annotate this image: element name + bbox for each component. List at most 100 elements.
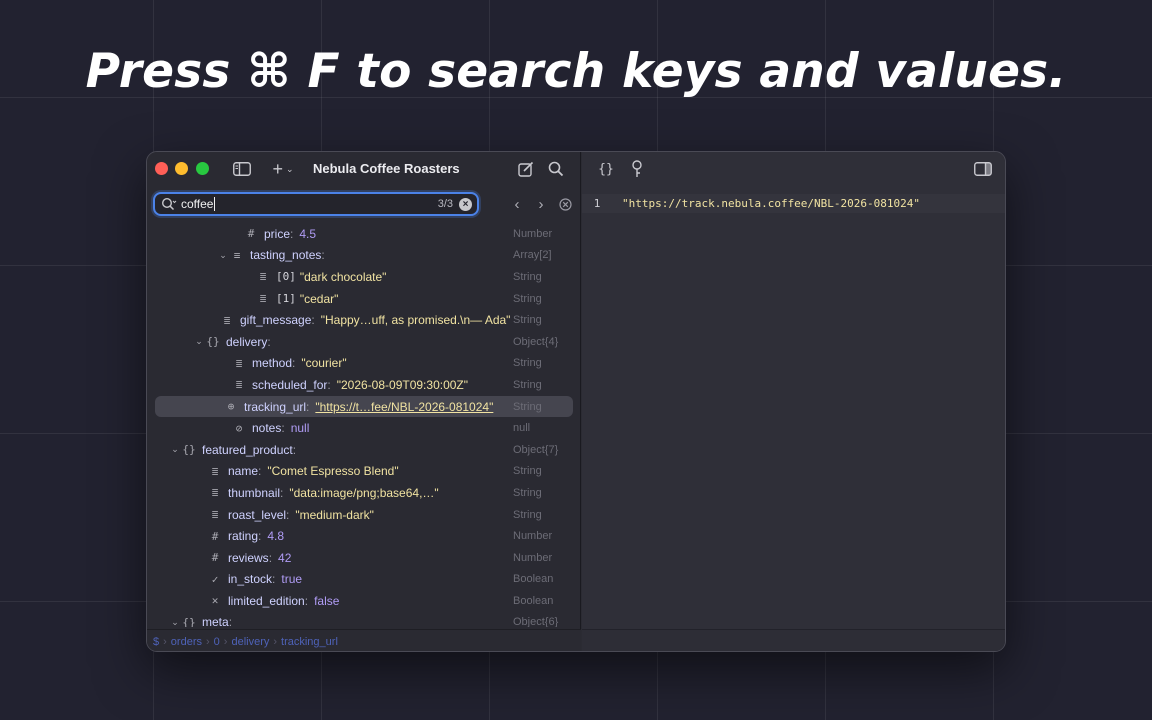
chevron-right-icon: › [538, 195, 544, 213]
compose-icon [518, 161, 534, 177]
tree-row[interactable]: # price:4.5 Number [147, 223, 581, 245]
previous-match-button[interactable]: ‹ [507, 195, 527, 213]
minimize-window-button[interactable] [175, 162, 188, 175]
type-icon: ≣ [235, 356, 243, 370]
search-query: coffee [181, 197, 216, 211]
line-number: 1 [593, 197, 601, 210]
tree-row[interactable]: # rating:4.8 Number [147, 525, 581, 547]
node-type: String [513, 270, 542, 283]
edit-button[interactable] [515, 158, 537, 180]
node-value: "data:image/png;base64,…" [289, 485, 439, 500]
node-key: in_stock [228, 572, 273, 587]
node-key: name [228, 464, 259, 479]
type-icon: {} [182, 443, 196, 457]
tree-row[interactable]: # reviews:42 Number [147, 547, 581, 569]
viewer-pane: {} 1 "https://track.nebula.coffee/NBL-20… [582, 152, 1005, 651]
search-icon [161, 197, 177, 211]
tree-row[interactable]: ≣ roast_level: "medium-dark" String [147, 504, 581, 526]
sidebar-right-icon [974, 162, 992, 176]
code-line: 1 "https://track.nebula.coffee/NBL-2026-… [582, 194, 1005, 213]
inspector-toggle-button[interactable] [972, 159, 994, 179]
node-value: "https://t…fee/NBL-2026-081024" [315, 399, 494, 414]
braces-icon: {} [598, 161, 614, 177]
node-type: Object{4} [513, 335, 559, 348]
type-icon: ✕ [211, 594, 219, 608]
key-button[interactable] [628, 159, 646, 179]
node-key: gift_message [240, 313, 312, 328]
chevron-down-icon[interactable]: ⌄ [169, 444, 181, 455]
sidebar-toggle-button[interactable] [231, 158, 253, 180]
sidebar-icon [233, 162, 251, 176]
tree-row[interactable]: ✓ in_stock: true Boolean [147, 569, 581, 591]
node-key: scheduled_for [252, 377, 328, 392]
zoom-window-button[interactable] [196, 162, 209, 175]
tree-row[interactable]: ≣ [0] "dark chocolate" String [147, 266, 581, 288]
node-key: tracking_url [244, 399, 307, 414]
node-type: String [513, 314, 542, 327]
search-icon [548, 161, 564, 177]
type-icon: {} [206, 335, 220, 349]
selected-value-text[interactable]: "https://track.nebula.coffee/NBL-2026-08… [622, 197, 920, 210]
close-window-button[interactable] [155, 162, 168, 175]
node-type: Boolean [513, 594, 554, 607]
tree-row[interactable]: ≣ [1] "cedar" String [147, 288, 581, 310]
tree-row[interactable]: ⌄ ≡ tasting_notes: Array[2] [147, 245, 581, 267]
chevron-down-icon[interactable]: ⌄ [169, 617, 181, 627]
json-tree: # price:4.5 Number ⌄ ≡ tasting_notes: Array[2]… [147, 223, 581, 627]
breadcrumb-segment[interactable]: tracking_url [281, 636, 338, 648]
viewer-toolbar: {} [582, 152, 1005, 186]
format-json-button[interactable]: {} [594, 159, 618, 179]
tree-row[interactable]: ≣ method: "courier" String [147, 353, 581, 375]
breadcrumb-segment[interactable]: $ [153, 636, 159, 648]
type-icon: ⊘ [235, 421, 243, 435]
type-icon: # [247, 227, 255, 241]
tree-row[interactable]: ≣ thumbnail: "data:image/png;base64,…" Stri… [147, 482, 581, 504]
breadcrumb-segment[interactable]: delivery [231, 636, 269, 648]
chevron-down-icon[interactable]: ⌄ [193, 336, 205, 347]
node-key: rating [228, 529, 259, 544]
node-key: price [264, 226, 291, 241]
tree-row[interactable]: ⌄{} featured_product: Object{7} [147, 439, 581, 461]
node-type: Boolean [513, 573, 554, 586]
app-window: + ⌄ Nebula Coffee Roasters coffee 3/3 × … [146, 151, 1006, 652]
tree-pane: + ⌄ Nebula Coffee Roasters coffee 3/3 × … [147, 152, 581, 651]
plus-icon: + [272, 158, 283, 179]
tree-row[interactable]: ⌄{} meta: Object{6} [147, 612, 581, 627]
type-icon: ≡ [233, 248, 241, 262]
tree-row[interactable]: ✕ limited_edition: false Boolean [147, 590, 581, 612]
add-button[interactable]: + ⌄ [265, 158, 301, 180]
node-key: method [252, 356, 293, 371]
search-input[interactable]: coffee 3/3 × [153, 192, 479, 216]
tree-row[interactable]: ≣ gift_message: "Happy…uff, as promised.\n… [147, 309, 581, 331]
node-value: "dark chocolate" [299, 269, 387, 284]
tree-row[interactable]: ⌄{} delivery: Object{4} [147, 331, 581, 353]
search-button[interactable] [545, 158, 567, 180]
close-search-button[interactable] [555, 195, 575, 213]
node-type: String [513, 357, 542, 370]
node-type: String [513, 486, 542, 499]
chevron-down-icon: ⌄ [285, 163, 294, 174]
chevron-left-icon: ‹ [514, 195, 520, 213]
breadcrumb-separator: › [273, 635, 278, 648]
clear-search-icon[interactable]: × [459, 198, 472, 211]
node-value: 4.5 [299, 226, 317, 241]
breadcrumb-separator: › [205, 635, 210, 648]
tree-row[interactable]: ⊕ tracking_url: "https://t…fee/NBL-2026-08… [155, 395, 573, 418]
chevron-down-icon[interactable]: ⌄ [217, 250, 229, 261]
tree-row[interactable]: ≣ scheduled_for: "2026-08-09T09:30:00Z" Str… [147, 374, 581, 396]
breadcrumb-separator: › [163, 635, 167, 648]
search-bar: coffee 3/3 × ‹ › [147, 190, 581, 220]
type-icon: ≣ [211, 464, 219, 478]
breadcrumb-segment[interactable]: orders [171, 636, 202, 648]
tree-row[interactable]: ≣ name: "Comet Espresso Blend" String [147, 461, 581, 483]
headline: Press ⌘ F to search keys and values. [85, 44, 1067, 99]
array-index: [1] [276, 292, 296, 306]
breadcrumb-segment[interactable]: 0 [214, 636, 220, 648]
type-icon: ≣ [223, 313, 231, 327]
type-icon: ≣ [259, 292, 267, 306]
next-match-button[interactable]: › [531, 195, 551, 213]
viewer-status-bar [582, 629, 1005, 651]
tree-row[interactable]: ⊘ notes: null null [147, 417, 581, 439]
node-type: null [513, 422, 531, 435]
type-icon: # [211, 551, 219, 565]
